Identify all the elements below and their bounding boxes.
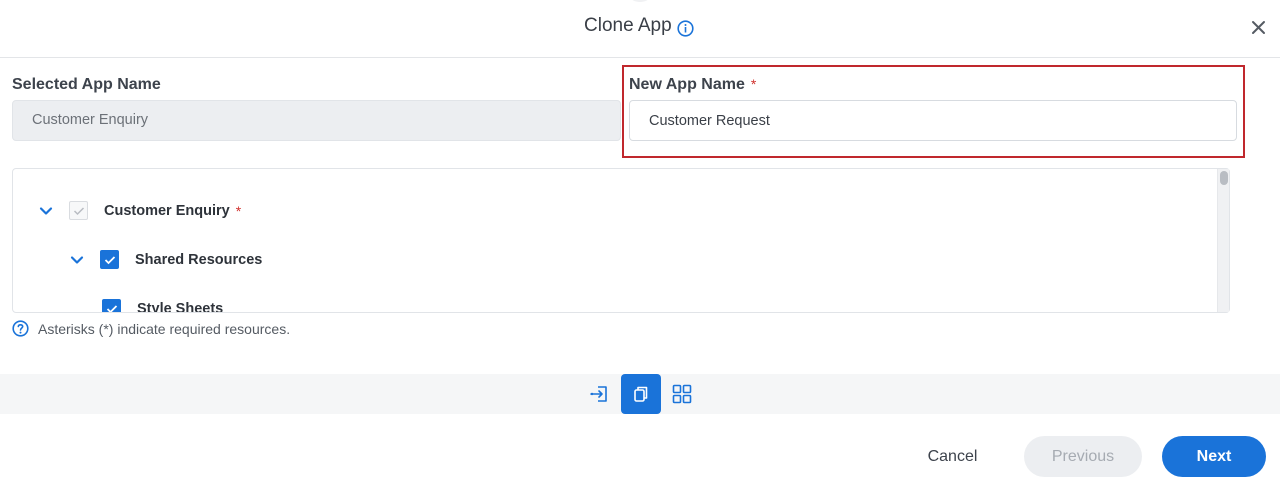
required-hint: Asterisks (*) indicate required resource… bbox=[12, 320, 290, 337]
tree-item-style-sheets: Style Sheets bbox=[102, 299, 224, 313]
chevron-down-icon[interactable] bbox=[39, 204, 53, 218]
header-decoration bbox=[630, 0, 650, 2]
tree-item-label: Style Sheets bbox=[137, 300, 224, 313]
next-button[interactable]: Next bbox=[1162, 436, 1266, 477]
selected-app-name-label: Selected App Name bbox=[12, 76, 161, 94]
check-icon bbox=[73, 206, 84, 215]
new-app-name-label-text: New App Name bbox=[629, 76, 745, 93]
selected-app-name-field: Customer Enquiry bbox=[12, 100, 621, 141]
step-grid[interactable] bbox=[662, 374, 702, 414]
checkbox-shared-resources[interactable] bbox=[100, 250, 119, 269]
tree-item-label: Shared Resources bbox=[135, 251, 263, 268]
close-icon[interactable] bbox=[1250, 19, 1267, 36]
import-icon bbox=[590, 386, 607, 402]
step-bar bbox=[0, 374, 1280, 414]
check-icon bbox=[104, 255, 115, 264]
cancel-button[interactable]: Cancel bbox=[905, 436, 1000, 477]
required-asterisk: * bbox=[235, 202, 242, 219]
dialog-header: Clone App bbox=[0, 0, 1280, 58]
new-app-name-label: New App Name * bbox=[629, 76, 756, 94]
checkbox-customer-enquiry bbox=[69, 201, 88, 220]
scrollbar-thumb[interactable] bbox=[1220, 171, 1228, 185]
tree-scrollbar[interactable] bbox=[1217, 169, 1229, 312]
previous-button: Previous bbox=[1024, 436, 1142, 477]
step-clone[interactable] bbox=[621, 374, 661, 414]
required-asterisk: * bbox=[750, 76, 757, 92]
required-hint-text: Asterisks (*) indicate required resource… bbox=[38, 320, 291, 337]
check-icon bbox=[106, 304, 117, 312]
tree-item-shared-resources: Shared Resources bbox=[70, 250, 262, 269]
chevron-down-icon[interactable] bbox=[70, 253, 84, 267]
grid-icon bbox=[672, 384, 692, 404]
tree-item-label: Customer Enquiry bbox=[104, 202, 230, 219]
help-icon bbox=[12, 320, 29, 337]
resource-tree-panel: Customer Enquiry * Shared Resources Style… bbox=[12, 168, 1230, 313]
checkbox-style-sheets[interactable] bbox=[102, 299, 121, 312]
clone-icon bbox=[634, 386, 648, 402]
step-import[interactable] bbox=[580, 374, 620, 414]
tree-item-customer-enquiry: Customer Enquiry * bbox=[39, 201, 241, 220]
dialog-title: Clone App bbox=[584, 15, 672, 36]
info-icon[interactable] bbox=[677, 20, 694, 37]
selected-app-name-label-text: Selected App Name bbox=[12, 76, 161, 93]
new-app-name-input[interactable] bbox=[629, 100, 1237, 141]
